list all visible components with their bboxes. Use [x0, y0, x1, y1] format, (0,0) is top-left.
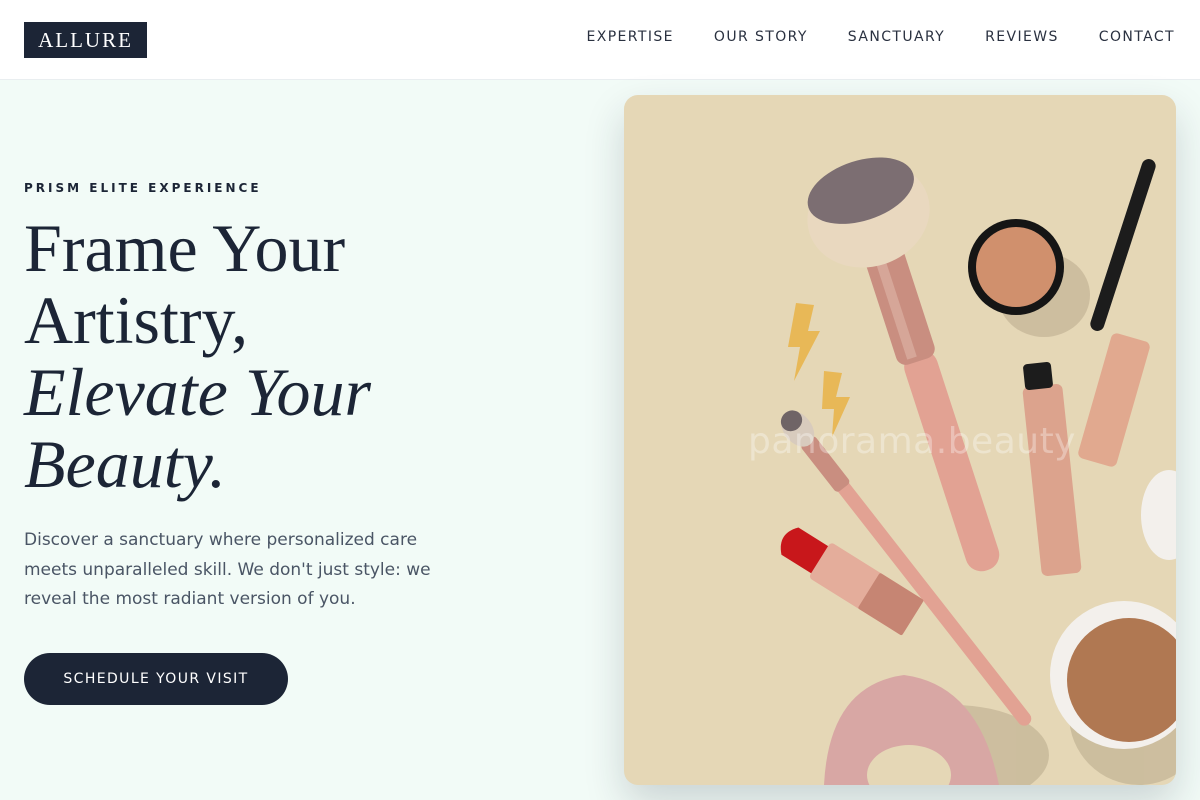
hero-image: panorama.beauty — [624, 95, 1176, 785]
nav-sanctuary[interactable]: SANCTUARY — [848, 29, 945, 45]
nav-our-story[interactable]: OUR STORY — [714, 29, 808, 45]
nav-reviews[interactable]: REVIEWS — [985, 29, 1059, 45]
hero-headline: Frame Your Artistry, Elevate Your Beauty… — [24, 212, 544, 500]
main-nav: EXPERTISE OUR STORY SANCTUARY REVIEWS CO… — [586, 29, 1175, 45]
schedule-visit-button[interactable]: SCHEDULE YOUR VISIT — [24, 653, 288, 705]
image-watermark: panorama.beauty — [748, 421, 1076, 462]
hero-description: Discover a sanctuary where personalized … — [24, 530, 431, 609]
headline-line-1: Frame Your — [24, 210, 346, 286]
scrunchie-icon — [824, 675, 999, 785]
mascara-icon — [1078, 159, 1156, 467]
lipstick-icon — [780, 527, 924, 636]
headline-line-4: Beauty. — [24, 426, 227, 502]
hero-eyebrow: PRISM ELITE EXPERIENCE — [24, 181, 262, 195]
nav-expertise[interactable]: EXPERTISE — [586, 29, 673, 45]
cosmetic-tube-icon — [1022, 362, 1082, 576]
site-header: ALLURE EXPERTISE OUR STORY SANCTUARY REV… — [0, 0, 1200, 80]
headline-line-3: Elevate Your — [24, 354, 371, 430]
nav-contact[interactable]: CONTACT — [1099, 29, 1175, 45]
powder-brush-icon — [807, 157, 1000, 572]
headline-line-2: Artistry, — [24, 282, 249, 358]
logo[interactable]: ALLURE — [24, 22, 147, 58]
cream-pot-icon — [968, 219, 1064, 315]
